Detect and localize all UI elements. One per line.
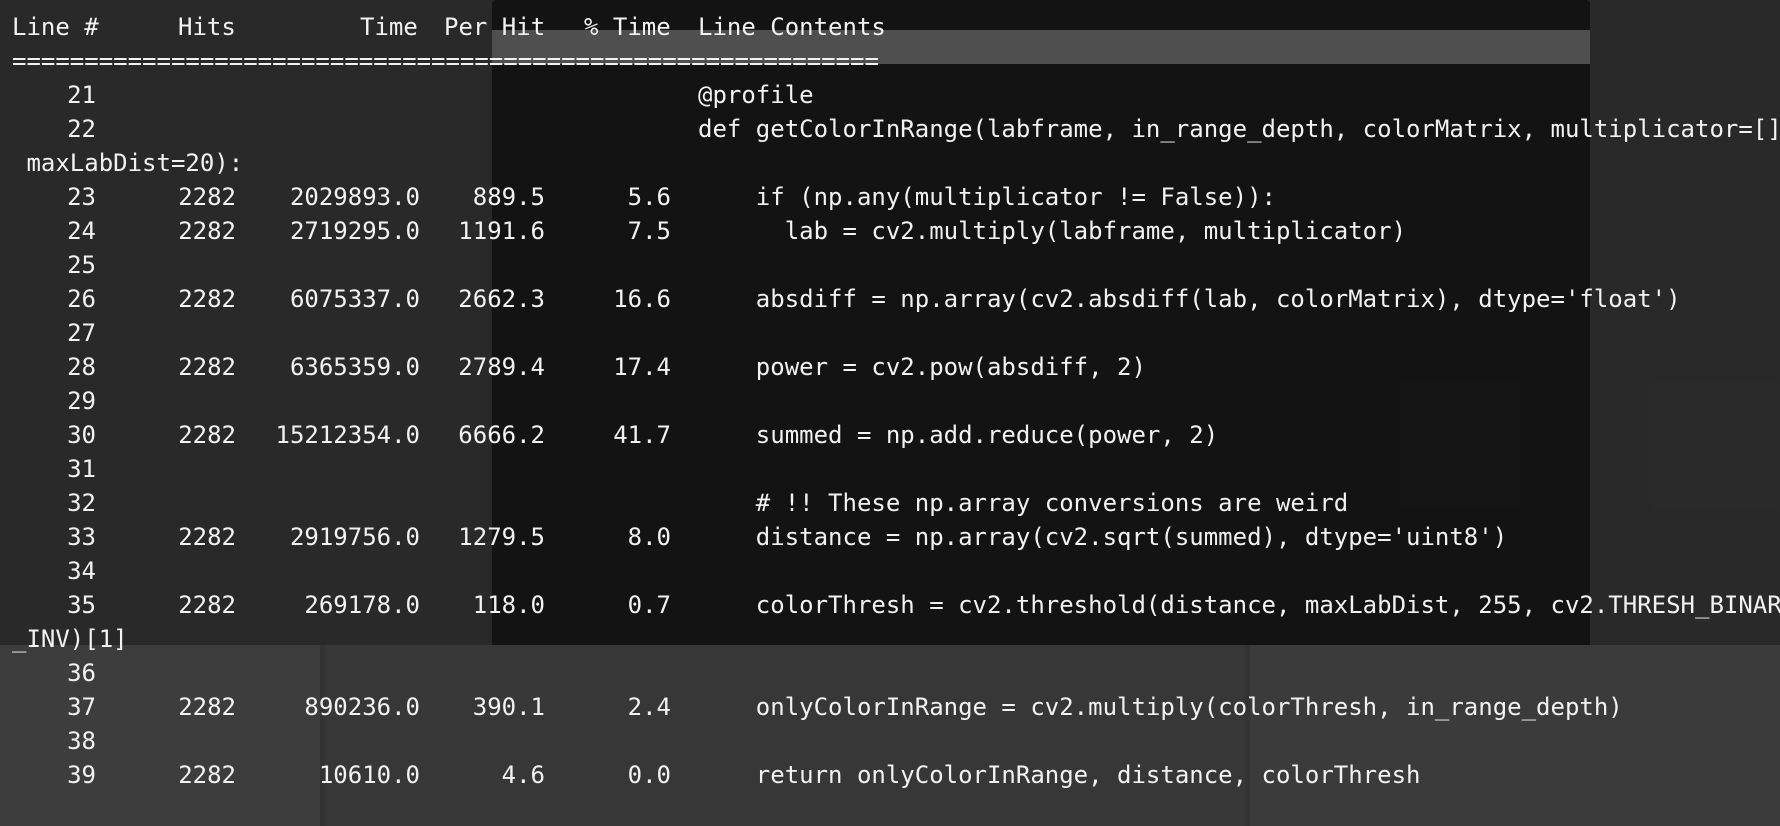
table-header: Line # Hits Time Per Hit % Time Line Con… <box>0 10 886 44</box>
header-line-number: Line # <box>12 13 99 41</box>
time-cell: 890236.0 <box>304 693 420 721</box>
per-hit-cell: 6666.2 <box>458 421 545 449</box>
line-contents-cell: summed = np.add.reduce(power, 2) <box>698 421 1219 449</box>
per-hit-cell: 1279.5 <box>458 523 545 551</box>
hits-cell: 2282 <box>178 353 236 381</box>
line-number: 38 <box>67 727 96 755</box>
hits-cell: 2282 <box>178 421 236 449</box>
per-hit-cell: 390.1 <box>472 693 545 721</box>
pct-time-cell: 7.5 <box>627 217 671 245</box>
pct-time-cell: 0.7 <box>627 591 671 619</box>
line-number: 24 <box>67 217 96 245</box>
time-cell: 2719295.0 <box>289 217 420 245</box>
line-number: 25 <box>67 251 96 279</box>
line-number: 28 <box>67 353 96 381</box>
time-cell: 10610.0 <box>318 761 420 789</box>
line-number: 31 <box>67 455 96 483</box>
line-number: 33 <box>67 523 96 551</box>
line-contents-cell: distance = np.array(cv2.sqrt(summed), dt… <box>698 523 1508 551</box>
per-hit-cell: 889.5 <box>472 183 545 211</box>
wrapped-line-contents: _INV)[1] <box>12 625 128 653</box>
line-number: 36 <box>67 659 96 687</box>
per-hit-cell: 118.0 <box>472 591 545 619</box>
hits-cell: 2282 <box>178 693 236 721</box>
profiler-output: Line # Hits Time Per Hit % Time Line Con… <box>0 0 1780 826</box>
header-per-hit: Per Hit <box>444 13 546 41</box>
line-contents-cell: colorThresh = cv2.threshold(distance, ma… <box>698 591 1780 619</box>
line-contents-cell: onlyColorInRange = cv2.multiply(colorThr… <box>698 693 1623 721</box>
pct-time-cell: 41.7 <box>613 421 671 449</box>
line-number: 35 <box>67 591 96 619</box>
line-number: 22 <box>67 115 96 143</box>
time-cell: 6365359.0 <box>289 353 420 381</box>
line-contents-cell: @profile <box>698 81 814 109</box>
hits-cell: 2282 <box>178 285 236 313</box>
pct-time-cell: 17.4 <box>613 353 671 381</box>
time-cell: 2919756.0 <box>289 523 420 551</box>
line-contents-cell: def getColorInRange(labframe, in_range_d… <box>698 115 1780 143</box>
line-number: 37 <box>67 693 96 721</box>
header-pct-time: % Time <box>584 13 671 41</box>
line-number: 26 <box>67 285 96 313</box>
per-hit-cell: 2789.4 <box>458 353 545 381</box>
per-hit-cell: 1191.6 <box>458 217 545 245</box>
pct-time-cell: 2.4 <box>627 693 671 721</box>
pct-time-cell: 8.0 <box>627 523 671 551</box>
line-number: 39 <box>67 761 96 789</box>
per-hit-cell: 2662.3 <box>458 285 545 313</box>
pct-time-cell: 0.0 <box>627 761 671 789</box>
hits-cell: 2282 <box>178 183 236 211</box>
line-contents-cell: if (np.any(multiplicator != False)): <box>698 183 1276 211</box>
line-contents-cell: lab = cv2.multiply(labframe, multiplicat… <box>698 217 1407 245</box>
header-time: Time <box>360 13 418 41</box>
hits-cell: 2282 <box>178 591 236 619</box>
line-contents-cell: absdiff = np.array(cv2.absdiff(lab, colo… <box>698 285 1681 313</box>
time-cell: 6075337.0 <box>289 285 420 313</box>
hits-cell: 2282 <box>178 217 236 245</box>
line-contents-cell: # !! These np.array conversions are weir… <box>698 489 1349 517</box>
line-contents-cell: power = cv2.pow(absdiff, 2) <box>698 353 1146 381</box>
header-hits: Hits <box>178 13 236 41</box>
line-number: 34 <box>67 557 96 585</box>
header-line-contents: Line Contents <box>698 13 886 41</box>
line-number: 21 <box>67 81 96 109</box>
pct-time-cell: 5.6 <box>627 183 671 211</box>
header-separator: ========================================… <box>12 47 880 75</box>
pct-time-cell: 16.6 <box>613 285 671 313</box>
line-number: 27 <box>67 319 96 347</box>
hits-cell: 2282 <box>178 523 236 551</box>
line-number: 30 <box>67 421 96 449</box>
hits-cell: 2282 <box>178 761 236 789</box>
wrapped-line-contents: maxLabDist=20): <box>12 149 244 177</box>
line-number: 23 <box>67 183 96 211</box>
per-hit-cell: 4.6 <box>501 761 545 789</box>
line-number: 32 <box>67 489 96 517</box>
time-cell: 2029893.0 <box>289 183 420 211</box>
time-cell: 15212354.0 <box>275 421 421 449</box>
time-cell: 269178.0 <box>304 591 420 619</box>
line-contents-cell: return onlyColorInRange, distance, color… <box>698 761 1421 789</box>
line-number: 29 <box>67 387 96 415</box>
